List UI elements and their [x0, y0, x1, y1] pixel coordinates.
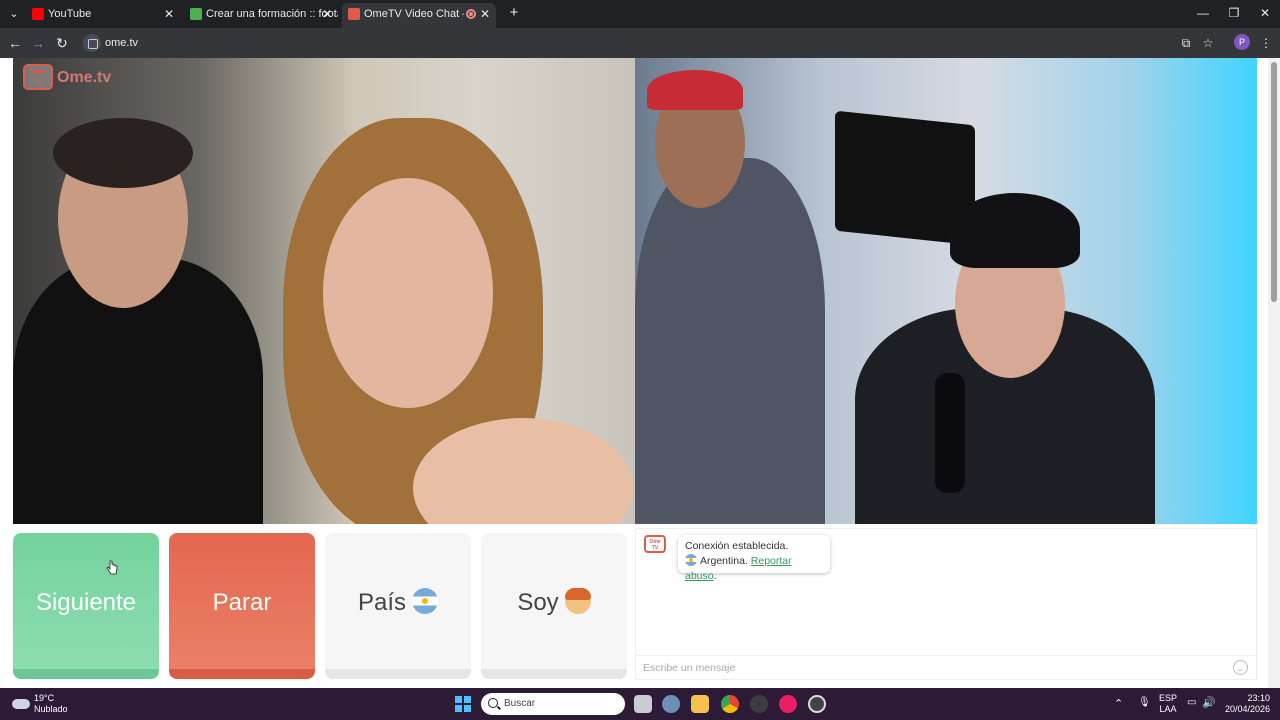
tab-strip: ⌄ YouTube ✕ Crear una formación :: foota… [0, 0, 1280, 28]
tab-footalist[interactable]: Crear una formación :: footalist ✕ [184, 3, 338, 25]
microphone-icon[interactable]: 🎙 [1138, 697, 1151, 708]
profile-avatar[interactable]: P [1234, 34, 1250, 50]
country-button[interactable]: País [325, 533, 471, 679]
argentina-flag-icon [685, 554, 697, 566]
ometv-tv-icon: Ome TV [644, 535, 666, 553]
minimize-icon[interactable]: — [1188, 4, 1218, 22]
reload-icon[interactable]: ↻ [52, 33, 72, 53]
youtube-favicon-icon [32, 8, 44, 20]
tab-title: OmeTV Video Chat — Omegle [364, 8, 464, 20]
close-tab-icon[interactable]: ✕ [322, 3, 332, 25]
stop-button-label: Parar [212, 589, 272, 616]
taskbar-search[interactable]: Buscar [481, 693, 625, 715]
cloud-icon [12, 699, 30, 709]
new-tab-button[interactable]: + [505, 4, 523, 22]
volume-icon[interactable]: 🔊 [1202, 696, 1216, 709]
tab-youtube[interactable]: YouTube ✕ [26, 3, 180, 25]
argentina-flag-icon [412, 587, 439, 614]
tab-title: YouTube [48, 8, 92, 20]
file-explorer-icon[interactable] [691, 695, 709, 713]
install-app-icon[interactable]: ⧉ [1177, 34, 1195, 52]
message-input[interactable]: Escribe un mensaje [636, 655, 1256, 679]
country-text: Argentina. [700, 555, 748, 567]
gender-button[interactable]: Soy [481, 533, 627, 679]
remote-video [635, 58, 1257, 524]
windows-taskbar: 19°C Nublado Buscar ⌃ 🎙 ESP LAA ▭ 🔊 23:1… [0, 688, 1280, 720]
bookmark-star-icon[interactable]: ☆ [1199, 34, 1217, 52]
message-input-placeholder: Escribe un mensaje [643, 662, 736, 674]
chrome-icon[interactable] [721, 695, 739, 713]
back-icon[interactable]: ← [5, 33, 25, 53]
tray-chevron-icon[interactable]: ⌃ [1114, 697, 1123, 710]
weather-description: Nublado [34, 704, 68, 714]
next-button[interactable]: Siguiente [13, 533, 159, 679]
boy-emoji-icon [564, 587, 591, 614]
network-icon[interactable]: ▭ [1187, 697, 1196, 708]
task-view-icon[interactable] [634, 695, 652, 713]
menu-kebab-icon[interactable]: ⋮ [1257, 34, 1275, 52]
hair-shape [53, 118, 193, 188]
url-text: ome.tv [105, 37, 139, 49]
country-button-label: País [357, 589, 407, 616]
taskbar-search-placeholder: Buscar [504, 698, 536, 709]
settings-gear-icon[interactable] [662, 695, 680, 713]
forward-icon[interactable]: → [28, 33, 48, 53]
media-player-icon[interactable] [779, 695, 797, 713]
tab-ometv[interactable]: OmeTV Video Chat — Omegle ✕ [342, 3, 496, 28]
clock-date: 20/04/2026 [1224, 704, 1270, 714]
close-tab-icon[interactable]: ✕ [480, 3, 490, 25]
ometv-logo-text: Ome.tv [57, 69, 112, 86]
language-indicator[interactable]: ESP LAA [1156, 693, 1180, 715]
site-info-icon[interactable] [83, 34, 101, 52]
country-line: Argentina. Reportar abuso. [685, 554, 792, 582]
next-button-label: Siguiente [35, 589, 137, 616]
local-video: Ome TV Ome.tv [13, 58, 635, 524]
stop-button[interactable]: Parar [169, 533, 315, 679]
face-shape [323, 178, 493, 408]
page-scrollbar[interactable] [1268, 58, 1280, 688]
play-app-icon[interactable] [808, 695, 826, 713]
person-silhouette [635, 158, 825, 524]
tab-title: Crear una formación :: footalist [206, 8, 338, 20]
close-tab-icon[interactable]: ✕ [164, 3, 174, 25]
system-message: Conexión establecida. Argentina. Reporta… [678, 535, 830, 582]
scrollbar-thumb[interactable] [1271, 62, 1277, 302]
gender-button-label: Soy [517, 589, 559, 616]
close-window-icon[interactable]: ✕ [1250, 4, 1280, 22]
footalist-favicon-icon [190, 8, 202, 20]
windows-start-icon[interactable] [455, 696, 471, 712]
emoji-picker-icon[interactable] [1233, 660, 1248, 675]
recording-icon [466, 9, 476, 19]
ometv-page: Ome TV Ome.tv Siguiente Parar País Soy O… [0, 58, 1280, 688]
cap-shape [647, 70, 743, 110]
tab-search-icon[interactable]: ⌄ [4, 4, 24, 24]
browser-toolbar: ← → ↻ ome.tv ⧉ ☆ P ⋮ [0, 28, 1280, 58]
weather-temperature: 19°C [34, 693, 55, 703]
search-icon [488, 698, 498, 708]
address-bar[interactable]: ome.tv [80, 31, 1225, 55]
microphone-shape [935, 373, 965, 493]
cap-shape [950, 193, 1080, 268]
hand-cursor-icon [106, 560, 118, 575]
obs-icon[interactable] [750, 695, 768, 713]
clock-time: 23:10 [1247, 693, 1270, 703]
chat-panel: Ome TV Conexión establecida. Argentina. R… [635, 528, 1257, 680]
restore-icon[interactable]: ❐ [1219, 4, 1249, 22]
ometv-favicon-icon [348, 8, 360, 20]
system-clock[interactable]: 23:10 20/04/2026 [1222, 693, 1270, 715]
connection-status-text: Conexión establecida. [685, 540, 789, 552]
ometv-tv-icon: Ome TV [23, 64, 53, 90]
